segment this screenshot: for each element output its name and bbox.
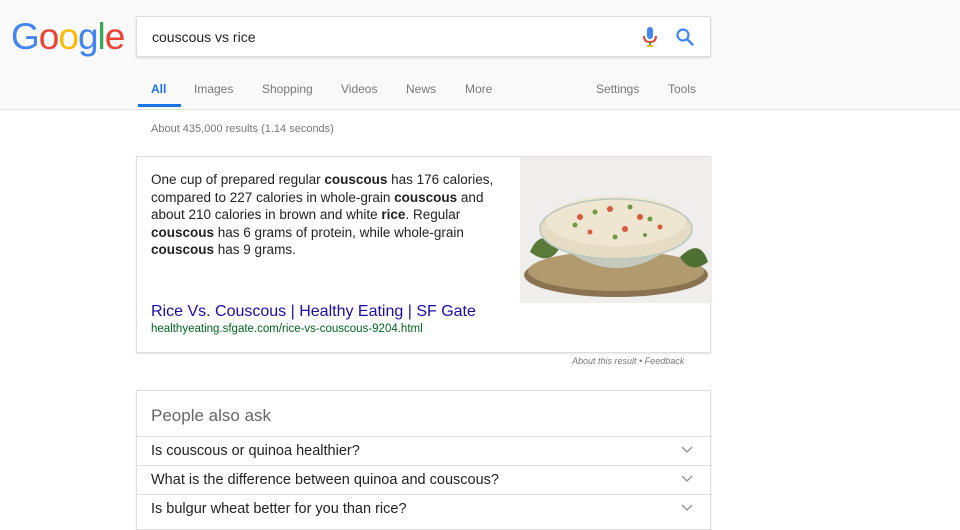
- google-logo[interactable]: Google: [11, 16, 126, 57]
- paa-question-row[interactable]: Is bulgur wheat better for you than rice…: [137, 494, 712, 523]
- chevron-down-icon: [681, 475, 693, 483]
- snippet-text: One cup of prepared regular couscous has…: [151, 171, 501, 259]
- snippet-bold: couscous: [151, 242, 215, 257]
- search-tabs: All Images Shopping Videos News More Set…: [0, 78, 960, 110]
- search-input[interactable]: couscous vs rice: [152, 29, 255, 45]
- tab-images[interactable]: Images: [194, 82, 233, 96]
- tab-shopping[interactable]: Shopping: [262, 82, 313, 96]
- snippet-bold: couscous: [151, 224, 215, 240]
- paa-title: People also ask: [151, 406, 272, 425]
- snippet-segment: One cup of prepared regular: [151, 172, 325, 187]
- logo-letter: g: [77, 16, 99, 57]
- logo-letter: e: [104, 16, 126, 57]
- chevron-down-icon: [681, 504, 693, 512]
- snippet-segment: . Regular: [405, 207, 461, 222]
- snippet-bold: couscous: [394, 189, 458, 205]
- tab-videos[interactable]: Videos: [341, 82, 377, 96]
- active-tab-indicator: [138, 104, 181, 107]
- tab-news[interactable]: News: [406, 82, 436, 96]
- search-icon[interactable]: [675, 27, 695, 47]
- snippet-bold: rice: [381, 207, 406, 222]
- result-url: healthyeating.sfgate.com/rice-vs-couscou…: [151, 323, 423, 335]
- about-result-feedback[interactable]: About this result • Feedback: [572, 356, 684, 366]
- header: Google couscous vs rice All Images Shopp…: [0, 0, 960, 110]
- microphone-icon[interactable]: [640, 26, 660, 48]
- paa-question: Is couscous or quinoa healthier?: [151, 443, 360, 459]
- paa-question-row[interactable]: What is the difference between quinoa an…: [137, 465, 712, 494]
- tab-tools[interactable]: Tools: [668, 82, 696, 96]
- tab-settings[interactable]: Settings: [596, 82, 639, 96]
- chevron-down-icon: [681, 446, 693, 454]
- result-link[interactable]: Rice Vs. Couscous | Healthy Eating | SF …: [151, 303, 476, 321]
- logo-letter: o: [58, 16, 79, 57]
- couscous-salad-image[interactable]: [520, 157, 712, 303]
- tab-more[interactable]: More: [465, 82, 492, 96]
- snippet-bold: couscous: [324, 172, 388, 187]
- tab-all[interactable]: All: [151, 82, 166, 96]
- featured-snippet: One cup of prepared regular couscous has…: [136, 156, 712, 353]
- logo-letter: l: [97, 16, 106, 57]
- logo-letter: o: [38, 16, 60, 57]
- paa-question: What is the difference between quinoa an…: [151, 472, 499, 488]
- paa-question-row[interactable]: Is couscous or quinoa healthier?: [137, 436, 712, 465]
- logo-letter: G: [11, 16, 40, 57]
- search-box[interactable]: couscous vs rice: [136, 16, 711, 57]
- result-stats: About 435,000 results (1.14 seconds): [151, 123, 334, 135]
- snippet-segment: has 6 grams of protein, while whole-grai…: [214, 224, 464, 240]
- snippet-segment: has 9 grams.: [214, 242, 296, 257]
- people-also-ask: People also ask Is couscous or quinoa he…: [136, 390, 712, 530]
- paa-question: Is bulgur wheat better for you than rice…: [151, 501, 407, 517]
